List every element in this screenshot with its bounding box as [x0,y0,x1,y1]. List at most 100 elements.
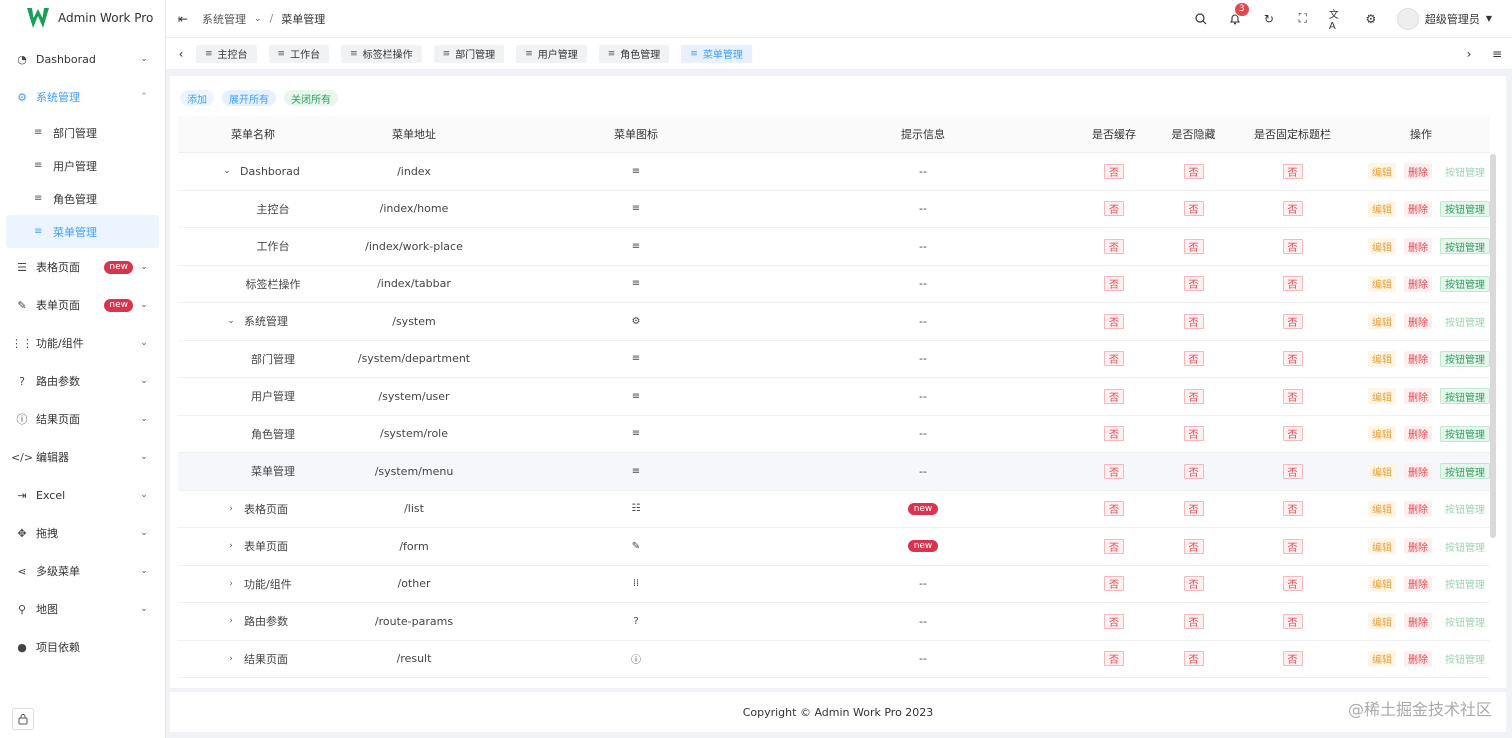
search-icon[interactable] [1193,11,1209,27]
button-manage-button[interactable]: 按钮管理 [1440,651,1490,667]
sidebar-item-3[interactable]: ✎ 表单页面 new ⌄ [0,286,165,324]
delete-button[interactable]: 删除 [1404,388,1432,405]
edit-button[interactable]: 编辑 [1368,163,1396,180]
button-manage-button[interactable]: 按钮管理 [1440,388,1490,405]
edit-button[interactable]: 编辑 [1368,463,1396,480]
sidebar-item-7[interactable]: </> 编辑器 ⌄ [0,438,165,476]
button-manage-button[interactable]: 按钮管理 [1440,163,1490,179]
tabs-scroll-right-icon[interactable]: › [1462,47,1476,61]
button-manage-button[interactable]: 按钮管理 [1440,613,1490,629]
edit-button[interactable]: 编辑 [1368,200,1396,217]
delete-button[interactable]: 删除 [1404,538,1432,555]
refresh-icon[interactable]: ↻ [1261,11,1277,27]
table-row[interactable]: ⌄ Dashborad/index ≡ -- 否 否 否 编辑 删除 按钮管理 [178,153,1490,191]
settings-icon[interactable]: ⚙ [1363,11,1379,27]
edit-button[interactable]: 编辑 [1368,613,1396,630]
bell-icon[interactable]: 3 [1227,1,1250,27]
edit-button[interactable]: 编辑 [1368,575,1396,592]
add-button[interactable]: 添加 [180,90,214,106]
delete-button[interactable]: 删除 [1404,238,1432,255]
tab-5[interactable]: ≡ 角色管理 [598,44,670,63]
delete-button[interactable]: 删除 [1404,613,1432,630]
button-manage-button[interactable]: 按钮管理 [1440,576,1490,592]
table-row[interactable]: 菜单管理/system/menu ≡ -- 否 否 否 编辑 删除 按钮管理 [178,453,1490,491]
user-menu[interactable]: 超级管理员 ▼ [1396,7,1492,30]
edit-button[interactable]: 编辑 [1368,425,1396,442]
edit-button[interactable]: 编辑 [1368,313,1396,330]
delete-button[interactable]: 删除 [1404,200,1432,217]
edit-button[interactable]: 编辑 [1368,500,1396,517]
chevron-right-icon[interactable]: › [226,541,236,551]
table-row[interactable]: ⌄ 系统管理/system ⚙ -- 否 否 否 编辑 删除 按钮管理 [178,303,1490,341]
chevron-down-icon[interactable]: ⌄ [254,14,262,24]
delete-button[interactable]: 删除 [1404,350,1432,367]
button-manage-button[interactable]: 按钮管理 [1440,425,1490,442]
tabs-scroll-left-icon[interactable]: ‹ [174,47,188,61]
chevron-right-icon[interactable]: › [226,579,236,589]
table-row[interactable]: › 功能/组件/other ⁞⁞ -- 否 否 否 编辑 删除 按钮管理 [178,566,1490,603]
button-manage-button[interactable]: 按钮管理 [1440,350,1490,367]
chevron-down-icon[interactable]: ⌄ [226,316,236,326]
button-manage-button[interactable]: 按钮管理 [1440,238,1490,255]
tabs-menu-icon[interactable]: ≡ [1490,47,1504,61]
sidebar-item-1[interactable]: ⚙ 系统管理 ⌃ [0,78,165,116]
collapse-all-button[interactable]: 关闭所有 [284,90,338,106]
table-row[interactable]: 角色管理/system/role ≡ -- 否 否 否 编辑 删除 按钮管理 [178,416,1490,453]
table-row[interactable]: › 路由参数/route-params? -- 否 否 否 编辑 删除 按钮管理 [178,603,1490,641]
button-manage-button[interactable]: 按钮管理 [1440,501,1490,517]
table-row[interactable]: 主控台/index/home ≡ -- 否 否 否 编辑 删除 按钮管理 [178,191,1490,228]
button-manage-button[interactable]: 按钮管理 [1440,538,1490,554]
lock-button[interactable] [12,708,34,730]
table-row[interactable]: 部门管理/system/department ≡ -- 否 否 否 编辑 删除 按钮管理 [178,341,1490,378]
chevron-down-icon[interactable]: ⌄ [222,166,232,176]
edit-button[interactable]: 编辑 [1368,350,1396,367]
sidebar-subitem-1[interactable]: ≡ 用户管理 [6,149,159,182]
button-manage-button[interactable]: 按钮管理 [1440,313,1490,329]
chevron-right-icon[interactable]: › [226,654,236,664]
table-row[interactable]: › 表单页面/form ✎ new 否 否 否 编辑 删除 按钮管理 [178,528,1490,566]
tab-2[interactable]: ≡ 标签栏操作 [341,44,422,63]
tab-1[interactable]: ≡ 工作台 [268,44,330,63]
sidebar-subitem-0[interactable]: ≡ 部门管理 [6,116,159,149]
table-scrollbar[interactable] [1490,154,1496,538]
sidebar-item-2[interactable]: ☰ 表格页面 new ⌄ [0,248,165,286]
sidebar-subitem-2[interactable]: ≡ 角色管理 [6,182,159,215]
tab-3[interactable]: ≡ 部门管理 [433,44,505,63]
table-row[interactable]: › 表格页面/list ☷ new 否 否 否 编辑 删除 按钮管理 [178,491,1490,528]
delete-button[interactable]: 删除 [1404,163,1432,180]
edit-button[interactable]: 编辑 [1368,275,1396,292]
table-row[interactable]: 用户管理/system/user ≡ -- 否 否 否 编辑 删除 按钮管理 [178,378,1490,416]
tab-6[interactable]: ≡ 菜单管理 [681,44,752,63]
sidebar-item-0[interactable]: ◔ Dashborad ⌄ [0,40,165,78]
delete-button[interactable]: 删除 [1404,463,1432,480]
logo[interactable]: Admin Work Pro [0,0,165,36]
delete-button[interactable]: 删除 [1404,275,1432,292]
table-row[interactable]: › 结果页面/result ⓘ -- 否 否 否 编辑 删除 按钮管理 [178,641,1490,678]
sidebar-item-4[interactable]: ⋮⋮ 功能/组件 ⌄ [0,324,165,362]
chevron-right-icon[interactable]: › [226,504,236,514]
delete-button[interactable]: 删除 [1404,313,1432,330]
delete-button[interactable]: 删除 [1404,650,1432,667]
sidebar-item-11[interactable]: ⚲ 地图 ⌄ [0,590,165,628]
table-row[interactable]: 标签栏操作/index/tabbar ≡ -- 否 否 否 编辑 删除 按钮管理 [178,266,1490,303]
table-row[interactable]: 工作台/index/work-place ≡ -- 否 否 否 编辑 删除 按钮管理 [178,228,1490,266]
sidebar-item-9[interactable]: ✥ 拖拽 ⌄ [0,514,165,552]
edit-button[interactable]: 编辑 [1368,388,1396,405]
button-manage-button[interactable]: 按钮管理 [1440,275,1490,292]
sidebar-item-8[interactable]: ⇥ Excel ⌄ [0,476,165,514]
edit-button[interactable]: 编辑 [1368,538,1396,555]
edit-button[interactable]: 编辑 [1368,238,1396,255]
sidebar-item-10[interactable]: ⋖ 多级菜单 ⌄ [0,552,165,590]
sidebar-item-5[interactable]: ? 路由参数 ⌄ [0,362,165,400]
sidebar-subitem-3[interactable]: ≡ 菜单管理 [6,215,159,248]
fold-menu-icon[interactable]: ⇤ [176,12,190,26]
translate-icon[interactable]: 文A [1329,10,1345,32]
delete-button[interactable]: 删除 [1404,425,1432,442]
sidebar-item-6[interactable]: ⓘ 结果页面 ⌄ [0,400,165,438]
tab-4[interactable]: ≡ 用户管理 [516,44,587,63]
tab-0[interactable]: ≡ 主控台 [196,44,257,63]
chevron-right-icon[interactable]: › [226,616,236,626]
edit-button[interactable]: 编辑 [1368,650,1396,667]
expand-all-button[interactable]: 展开所有 [222,90,276,106]
delete-button[interactable]: 删除 [1404,500,1432,517]
